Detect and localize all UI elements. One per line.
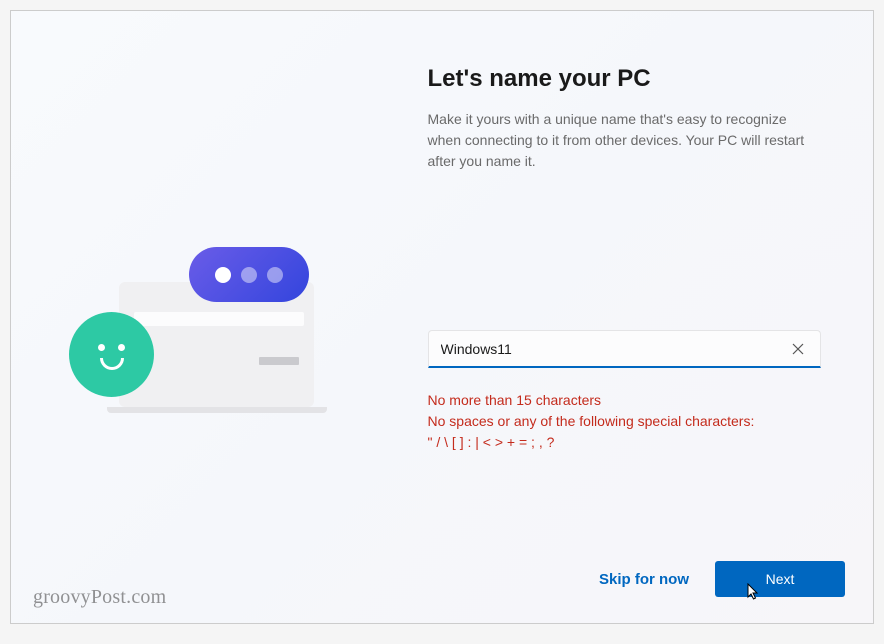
laptop-base — [107, 407, 327, 413]
rule-chars-list: " / \ [ ] : | < > + = ; , ? — [428, 432, 821, 453]
pill-dot-1 — [215, 267, 231, 283]
oobe-window: Let's name your PC Make it yours with a … — [10, 10, 874, 624]
smiley-eye-left — [98, 344, 105, 351]
close-icon — [792, 343, 804, 355]
pill-dot-3 — [267, 267, 283, 283]
next-button-label: Next — [766, 571, 795, 587]
laptop-accent-bar — [259, 357, 299, 365]
next-button[interactable]: Next — [715, 561, 845, 597]
watermark-text: groovyPost.com — [33, 586, 166, 609]
footer-buttons: Skip for now Next — [599, 561, 845, 597]
pc-illustration — [69, 247, 349, 447]
page-subtitle: Make it yours with a unique name that's … — [428, 109, 821, 172]
illustration-pane — [11, 11, 408, 623]
content-pane: Let's name your PC Make it yours with a … — [408, 11, 873, 623]
smiley-face-icon — [69, 312, 154, 397]
rule-max-chars: No more than 15 characters — [428, 390, 821, 411]
input-section: No more than 15 characters No spaces or … — [428, 330, 821, 453]
pill-dot-2 — [241, 267, 257, 283]
validation-rules: No more than 15 characters No spaces or … — [428, 390, 821, 453]
smiley-mouth — [100, 358, 124, 370]
page-title: Let's name your PC — [428, 65, 821, 93]
clear-input-button[interactable] — [788, 339, 808, 359]
pc-name-input[interactable] — [441, 341, 788, 357]
pill-dots-icon — [189, 247, 309, 302]
smiley-eye-right — [118, 344, 125, 351]
rule-no-special: No spaces or any of the following specia… — [428, 411, 821, 432]
laptop-input-bar — [134, 312, 304, 326]
skip-link[interactable]: Skip for now — [599, 571, 689, 588]
pc-name-field-wrap[interactable] — [428, 330, 821, 368]
